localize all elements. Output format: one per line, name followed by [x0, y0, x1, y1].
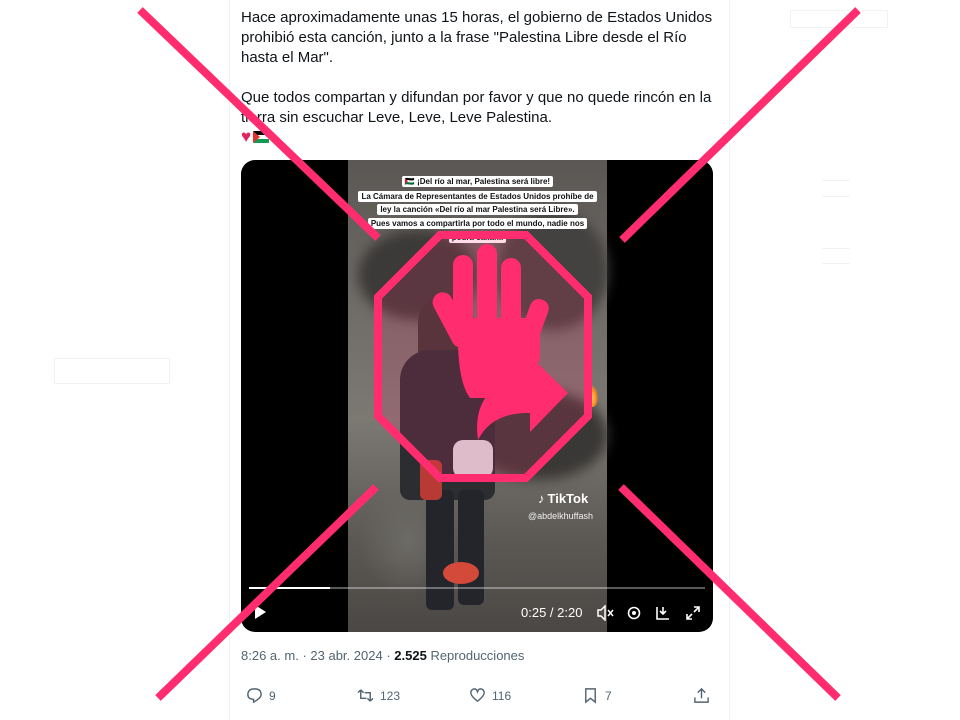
- caption-line: ley la canción «Del río al mar Palestina…: [377, 204, 578, 215]
- sidebar-divider: [822, 196, 850, 197]
- tweet-date[interactable]: 23 abr. 2024: [310, 648, 382, 663]
- protester-figure: [453, 440, 493, 478]
- play-icon[interactable]: [253, 604, 267, 623]
- tiktok-icon: ♪: [538, 491, 545, 506]
- settings-icon[interactable]: [626, 605, 642, 624]
- video-caption: ley la canción «Del río al mar Palestina…: [348, 204, 607, 215]
- bookmark-button[interactable]: 7: [582, 687, 612, 704]
- tweet-paragraph: Hace aproximadamente unas 15 horas, el g…: [241, 9, 713, 66]
- ground-object: [443, 562, 479, 584]
- sidebar-search-box: [790, 10, 888, 28]
- caption-line: podrá callar...: [448, 232, 507, 243]
- dock-icon[interactable]: [655, 605, 671, 624]
- video-caption: 🇵🇸 ¡Del río al mar, Palestina será libre…: [348, 176, 607, 187]
- tweet-paragraph: Que todos compartan y difundan por favor…: [241, 89, 712, 126]
- tiktok-handle: @abdelkhuffash: [528, 511, 594, 521]
- timeline-left-border: [229, 0, 230, 720]
- sidebar-divider: [822, 248, 850, 249]
- repost-button[interactable]: 123: [357, 687, 400, 704]
- fullscreen-icon[interactable]: [685, 605, 701, 624]
- heart-icon: ♥: [241, 127, 252, 146]
- emoji-row: ♥: [241, 128, 721, 146]
- tiktok-brand: TikTok: [547, 491, 589, 506]
- protester-figure: [420, 460, 442, 500]
- timeline-right-border: [729, 0, 730, 720]
- fire-flame: [584, 385, 598, 407]
- repost-count: 123: [380, 688, 401, 703]
- video-progress-bar[interactable]: [249, 587, 705, 589]
- bookmark-count: 7: [605, 688, 612, 703]
- video-player[interactable]: 🇵🇸 ¡Del río al mar, Palestina será libre…: [241, 160, 713, 632]
- video-frame[interactable]: 🇵🇸 ¡Del río al mar, Palestina será libre…: [348, 160, 608, 632]
- video-progress-fill: [249, 587, 331, 589]
- tweet-text: Hace aproximadamente unas 15 horas, el g…: [241, 8, 721, 146]
- video-time-readout: 0:25 / 2:20: [521, 605, 583, 620]
- left-placeholder-box: [54, 358, 170, 384]
- share-button[interactable]: [693, 687, 710, 704]
- caption-line: Pues vamos a compartirla por todo el mun…: [367, 218, 588, 229]
- sidebar-divider: [822, 180, 850, 181]
- views-count: 2.525: [394, 648, 427, 663]
- views-label: Reproducciones: [430, 648, 525, 663]
- tiktok-watermark: ♪ TikTok: [538, 491, 588, 506]
- tweet-meta: 8:26 a. m. · 23 abr. 2024 · 2.525 Reprod…: [241, 648, 524, 663]
- reply-count: 9: [269, 688, 276, 703]
- share-icon: [694, 687, 709, 703]
- protester-figure: [426, 490, 454, 610]
- caption-line: La Cámara de Representantes de Estados U…: [358, 191, 597, 202]
- video-caption: podrá callar...: [348, 232, 607, 243]
- repost-icon: [357, 689, 374, 702]
- video-caption: La Cámara de Representantes de Estados U…: [348, 191, 607, 202]
- caption-line: 🇵🇸 ¡Del río al mar, Palestina será libre…: [401, 176, 554, 187]
- reply-icon: [247, 688, 262, 704]
- tweet-action-bar: 9 123 116 7: [241, 687, 711, 707]
- reply-button[interactable]: 9: [246, 687, 276, 704]
- tweet-time[interactable]: 8:26 a. m.: [241, 648, 299, 663]
- like-count: 116: [492, 688, 512, 703]
- palestine-flag-icon: [253, 131, 270, 143]
- bookmark-icon: [585, 688, 596, 704]
- mute-icon[interactable]: [597, 604, 615, 624]
- sidebar-divider: [822, 263, 850, 264]
- heart-icon: [470, 688, 485, 703]
- like-button[interactable]: 116: [469, 687, 511, 704]
- video-caption: Pues vamos a compartirla por todo el mun…: [348, 218, 607, 229]
